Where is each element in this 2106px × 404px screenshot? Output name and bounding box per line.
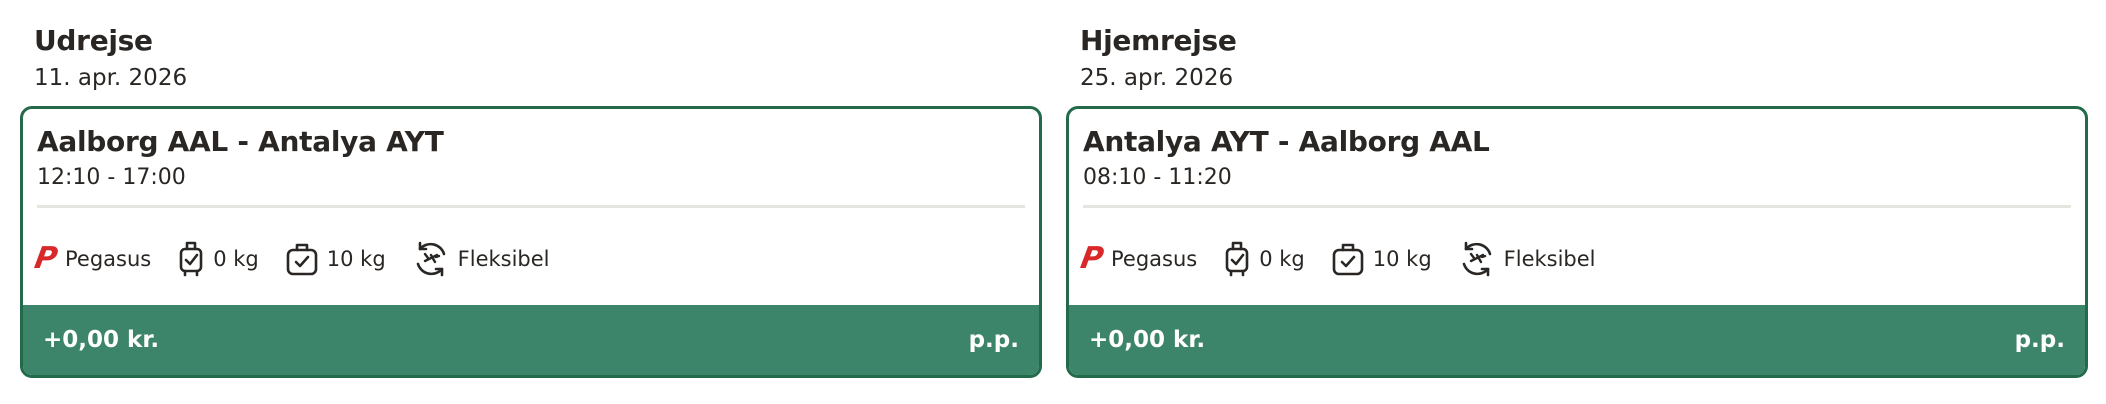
checked-luggage-icon [285, 241, 319, 277]
pegasus-logo-icon: P [32, 241, 61, 276]
hand-baggage: 0 kg [1223, 240, 1305, 278]
airline-name: Pegasus [1111, 247, 1198, 271]
airline: P Pegasus [32, 241, 152, 276]
divider [1083, 205, 2071, 208]
flight-route: Aalborg AAL - Antalya AYT [37, 125, 444, 158]
outbound-heading: Udrejse [34, 24, 153, 57]
divider [37, 205, 1025, 208]
flight-time: 08:10 - 11:20 [1083, 165, 1232, 190]
outbound-section: Udrejse 11. apr. 2026 Aalborg AAL - Anta… [20, 0, 1042, 378]
flexible-ticket-icon [412, 240, 450, 278]
price-bar: +0,00 kr. p.p. [23, 305, 1039, 375]
flexible-ticket-icon [1458, 240, 1496, 278]
outbound-flight-card[interactable]: Aalborg AAL - Antalya AYT 12:10 - 17:00 … [20, 106, 1042, 378]
hand-baggage-weight: 0 kg [1259, 247, 1305, 271]
airline: P Pegasus [1078, 241, 1198, 276]
checked-baggage-weight: 10 kg [1372, 247, 1432, 271]
hand-luggage-icon [177, 240, 205, 278]
return-flight-card[interactable]: Antalya AYT - Aalborg AAL 08:10 - 11:20 … [1066, 106, 2088, 378]
flex-label: Fleksibel [1503, 247, 1596, 271]
flexible-ticket: Fleksibel [1458, 240, 1596, 278]
airline-name: Pegasus [65, 247, 152, 271]
return-heading: Hjemrejse [1080, 24, 1237, 57]
price-bar: +0,00 kr. p.p. [1069, 305, 2085, 375]
per-person: p.p. [968, 327, 1019, 353]
hand-baggage: 0 kg [177, 240, 259, 278]
flight-route: Antalya AYT - Aalborg AAL [1083, 125, 1490, 158]
outbound-date: 11. apr. 2026 [34, 65, 188, 91]
checked-baggage-weight: 10 kg [326, 247, 386, 271]
per-person: p.p. [2014, 327, 2065, 353]
checked-luggage-icon [1331, 241, 1365, 277]
flight-time: 12:10 - 17:00 [37, 165, 186, 190]
checked-baggage: 10 kg [1331, 241, 1432, 277]
flexible-ticket: Fleksibel [412, 240, 550, 278]
flight-features: P Pegasus 0 kg 10 kg Fleksibel [1078, 237, 1622, 281]
hand-luggage-icon [1223, 240, 1251, 278]
flex-label: Fleksibel [457, 247, 550, 271]
price: +0,00 kr. [1089, 327, 1206, 353]
pegasus-logo-icon: P [1078, 241, 1107, 276]
return-date: 25. apr. 2026 [1080, 65, 1234, 91]
return-section: Hjemrejse 25. apr. 2026 Antalya AYT - Aa… [1066, 0, 2088, 378]
flight-features: P Pegasus 0 kg 10 kg Fleksibel [32, 237, 576, 281]
hand-baggage-weight: 0 kg [213, 247, 259, 271]
checked-baggage: 10 kg [285, 241, 386, 277]
price: +0,00 kr. [43, 327, 160, 353]
